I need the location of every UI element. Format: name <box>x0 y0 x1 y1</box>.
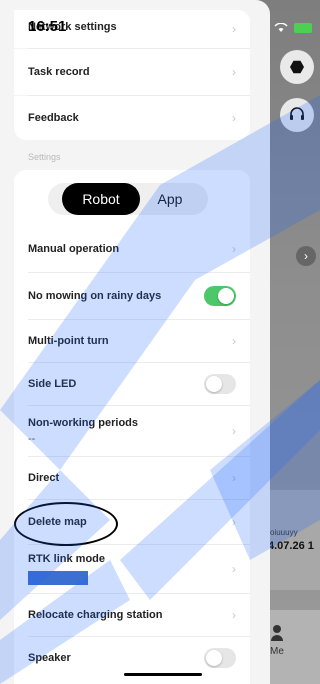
row-label: Multi-point turn <box>28 335 109 347</box>
row-direct[interactable]: Direct › <box>14 457 250 499</box>
row-label: Task record <box>28 66 90 78</box>
row-multi-point-turn[interactable]: Multi-point turn › <box>14 320 250 362</box>
chevron-right-icon: › <box>232 424 236 438</box>
battery-icon <box>294 22 312 33</box>
row-label: Relocate charging station <box>28 609 163 621</box>
segment-robot[interactable]: Robot <box>62 183 140 215</box>
home-indicator <box>124 673 202 676</box>
device-card[interactable]: oiuuuyy 4.07.26 1 <box>262 490 320 590</box>
bottom-nav: Me <box>262 610 320 684</box>
annotation-circle <box>14 502 118 546</box>
row-value: -- <box>28 433 36 445</box>
row-label: Direct <box>28 472 60 484</box>
row-rtk-link-mode[interactable]: RTK link mode › <box>14 545 250 593</box>
row-no-mowing-rainy-days: No mowing on rainy days <box>14 273 250 319</box>
chevron-right-icon: › <box>232 334 236 348</box>
robot-settings-button[interactable] <box>280 50 314 84</box>
rainy-days-toggle[interactable] <box>204 286 236 306</box>
speaker-toggle[interactable] <box>204 648 236 668</box>
robot-app-segmented-control: Robot App <box>48 183 208 215</box>
rtk-value-bar <box>28 571 88 585</box>
chevron-right-icon: › <box>232 471 236 485</box>
row-relocate-charging-station[interactable]: Relocate charging station › <box>14 594 250 636</box>
device-date: 4.07.26 1 <box>268 540 314 552</box>
chevron-right-icon: › <box>232 111 236 125</box>
support-button[interactable] <box>280 98 314 132</box>
settings-drawer: 16:51 Network settings › Task record › F… <box>0 0 270 684</box>
chevron-right-icon: › <box>232 515 236 529</box>
nav-me-label[interactable]: Me <box>270 646 284 657</box>
person-icon <box>271 625 283 641</box>
chevron-right-icon: › <box>232 608 236 622</box>
row-label: RTK link mode <box>28 553 106 565</box>
chevron-right-icon: › <box>232 562 236 576</box>
device-name: oiuuuyy <box>270 528 298 537</box>
row-side-led: Side LED <box>14 363 250 405</box>
row-label: Feedback <box>28 112 79 124</box>
side-led-toggle[interactable] <box>204 374 236 394</box>
status-time: 16:51 <box>28 18 67 35</box>
row-manual-operation[interactable]: Manual operation › <box>14 226 250 272</box>
forward-arrow-button[interactable]: › <box>296 246 316 266</box>
row-label: Non-working periods <box>28 417 138 429</box>
row-feedback[interactable]: Feedback › <box>14 96 250 140</box>
row-task-record[interactable]: Task record › <box>14 49 250 95</box>
divider <box>28 48 250 49</box>
row-non-working-periods[interactable]: Non-working periods -- › <box>14 406 250 456</box>
divider <box>28 95 250 96</box>
headset-icon <box>290 107 304 120</box>
wifi-icon <box>274 22 288 32</box>
row-label: Speaker <box>28 652 71 664</box>
row-label: Manual operation <box>28 243 120 255</box>
chevron-right-icon: › <box>232 65 236 79</box>
row-label: No mowing on rainy days <box>28 290 162 302</box>
segment-app[interactable]: App <box>140 183 200 215</box>
chevron-right-icon: › <box>232 242 236 256</box>
hexagon-icon <box>290 60 304 74</box>
section-title-settings: Settings <box>28 152 61 162</box>
chevron-right-icon: › <box>232 22 236 36</box>
row-label: Side LED <box>28 378 77 390</box>
